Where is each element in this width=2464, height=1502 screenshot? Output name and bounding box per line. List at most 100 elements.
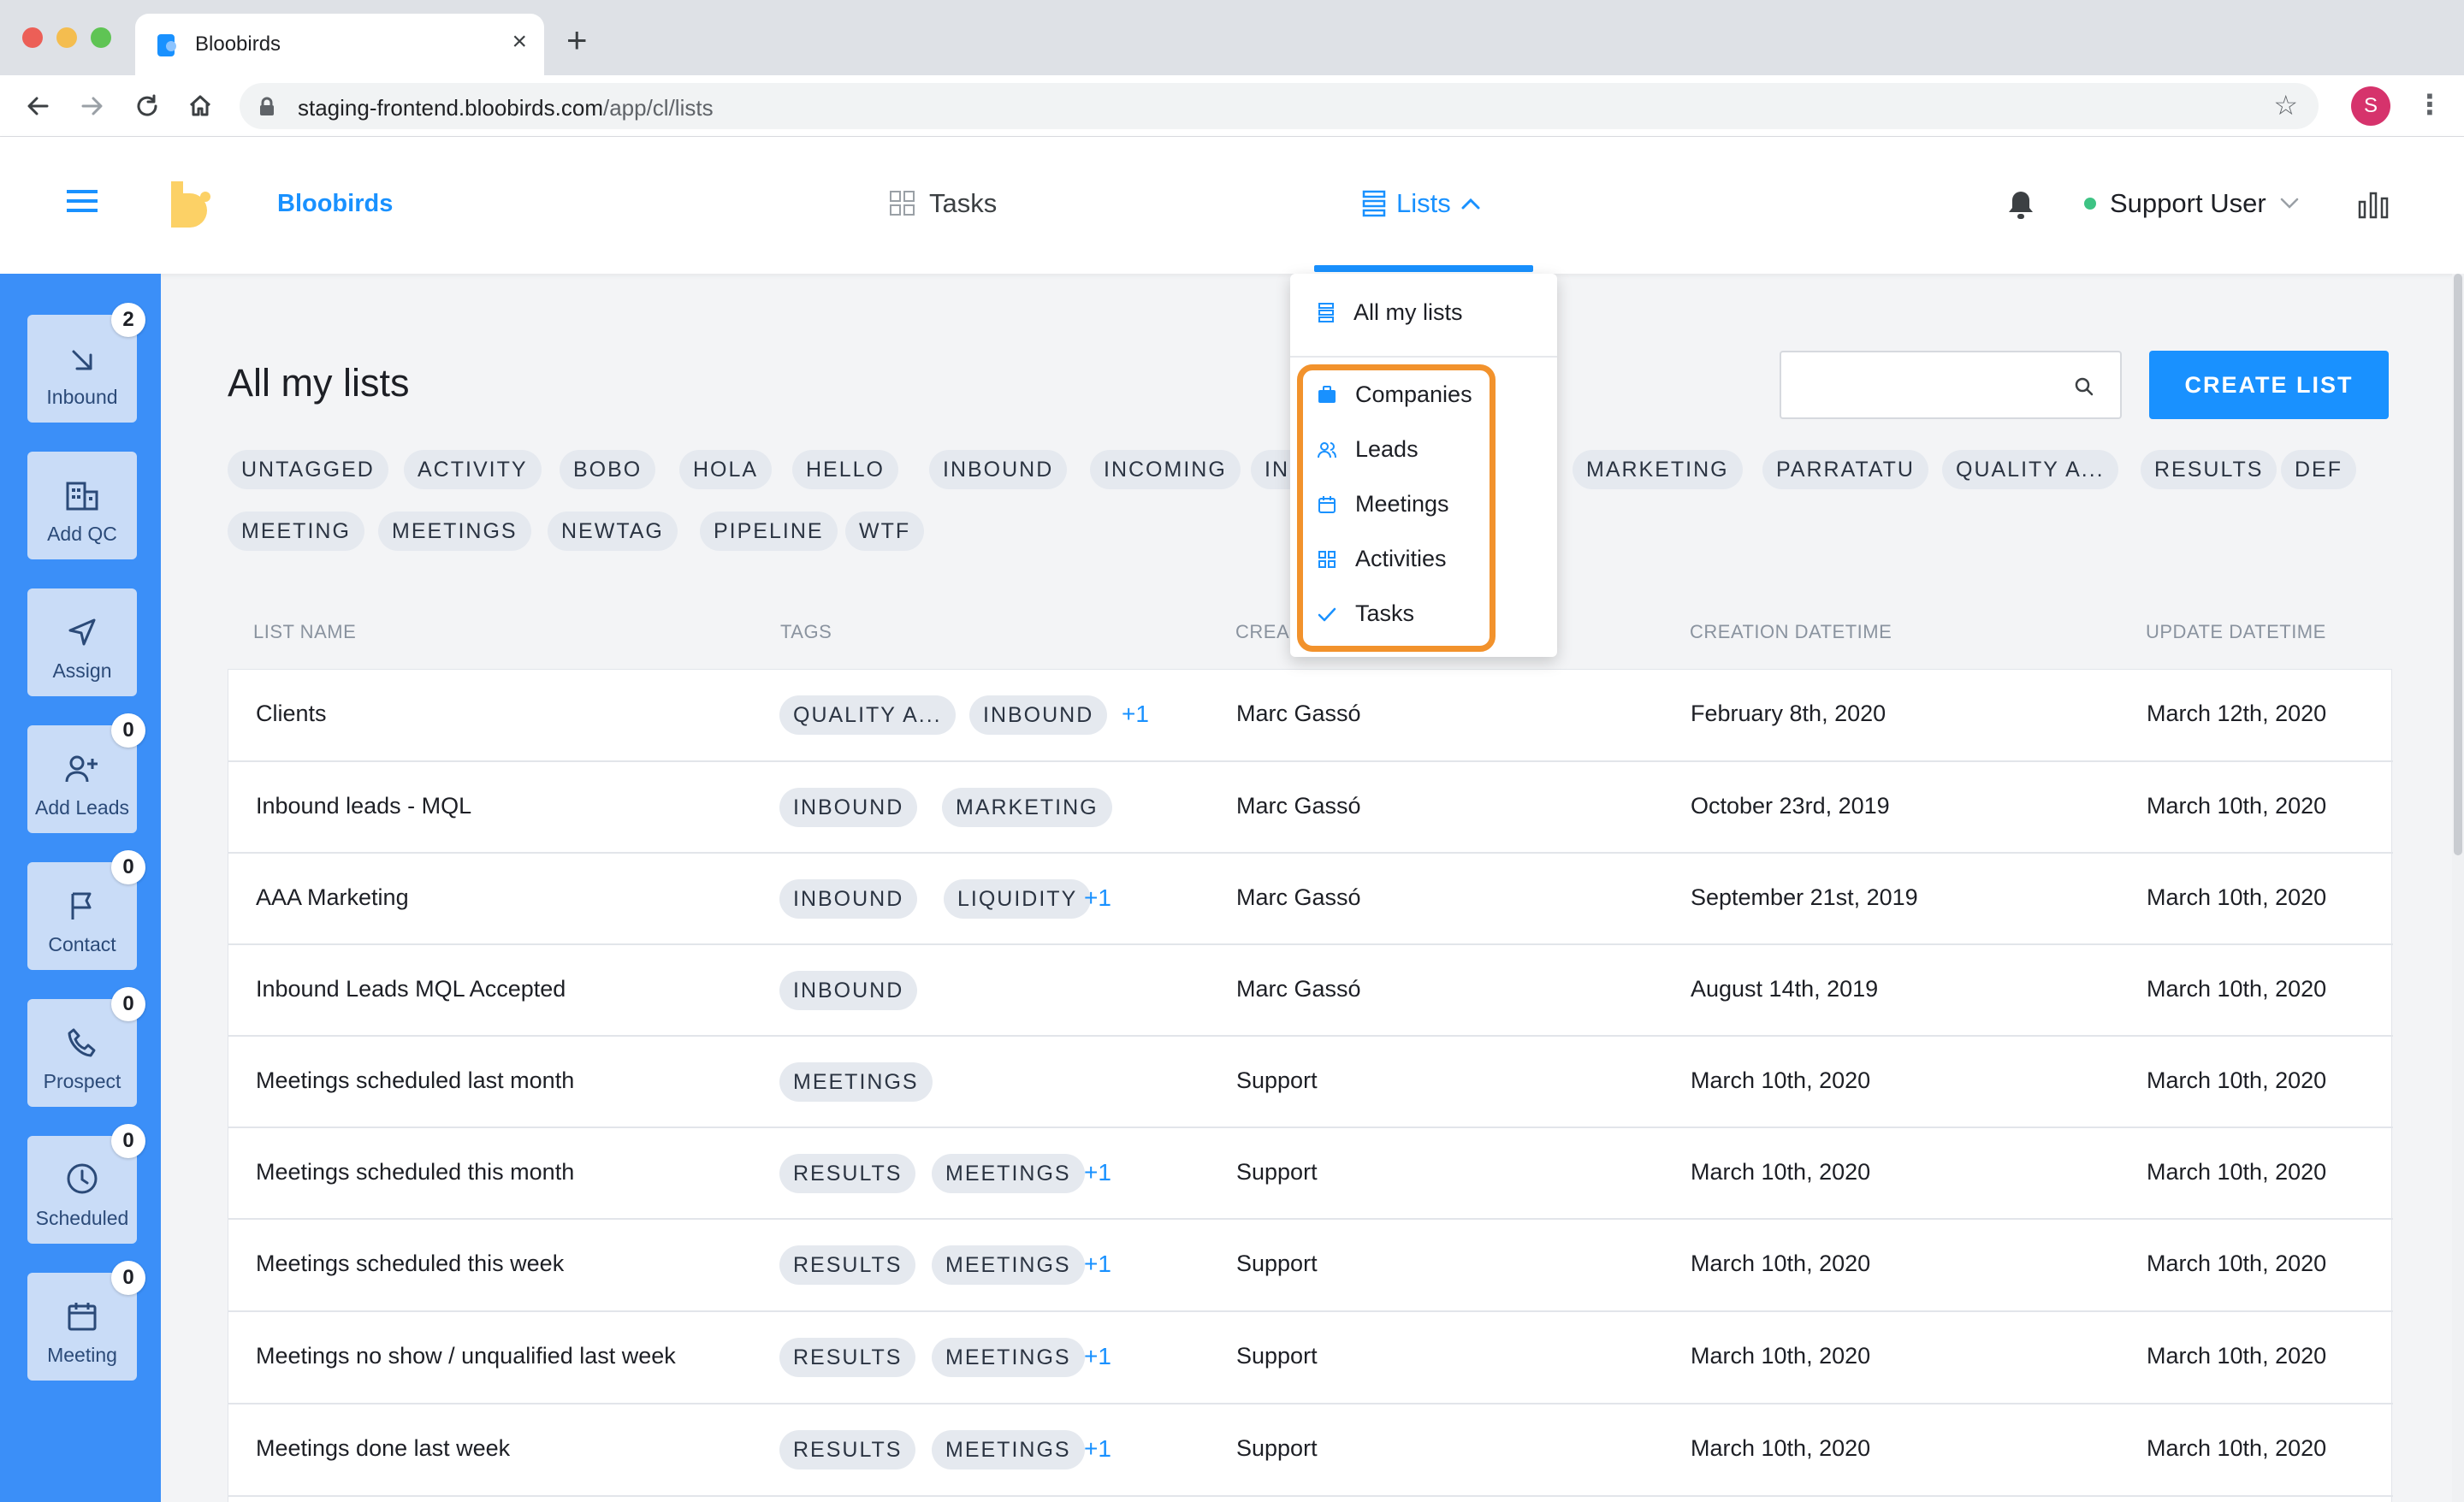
creation-date-cell: August 14th, 2019 [1691, 976, 1879, 1002]
profile-avatar[interactable]: S [2351, 86, 2390, 126]
bloobirds-logo-icon[interactable] [168, 178, 216, 233]
flag-icon [71, 892, 92, 920]
list-name-cell[interactable]: Clients [256, 701, 327, 727]
hamburger-menu-icon[interactable] [67, 188, 98, 214]
nav-tasks-label: Tasks [929, 188, 998, 218]
count-badge: 0 [111, 1124, 145, 1158]
tag-filter-chip[interactable]: QUALITY A... [1942, 450, 2118, 489]
sidebar-button-add-qc[interactable]: Add QC [27, 452, 137, 559]
user-menu[interactable]: Support User [2084, 188, 2299, 219]
home-button[interactable] [181, 87, 219, 125]
column-header-list-name[interactable]: LIST NAME [253, 621, 356, 643]
sidebar-button-add-leads[interactable]: Add Leads 0 [27, 713, 145, 833]
more-tags-indicator[interactable]: +1 [1084, 1159, 1111, 1186]
sidebar-button-inbound[interactable]: Inbound 2 [27, 303, 145, 423]
tasks-grid-icon [890, 191, 915, 216]
nav-lists-label: Lists [1396, 188, 1451, 218]
tag-filter-chip[interactable]: INCOMING [1090, 450, 1241, 489]
tag-filter-chip[interactable]: HOLA [679, 450, 773, 489]
column-header-creator[interactable]: CREA [1235, 621, 1289, 643]
sidebar-button-contact[interactable]: Contact 0 [27, 850, 145, 970]
bar-chart-icon[interactable] [2358, 190, 2389, 219]
brand-name[interactable]: Bloobirds [277, 190, 393, 218]
update-date-cell: March 10th, 2020 [2147, 1435, 2327, 1461]
list-name-cell[interactable]: Meetings scheduled this month [256, 1159, 574, 1186]
notifications-bell-icon[interactable] [2007, 190, 2035, 221]
table-row[interactable]: Meetings done last week RESULTS MEETINGS… [228, 1404, 2393, 1497]
url-host: staging-frontend.bloobirds.com [298, 95, 603, 121]
list-name-cell[interactable]: Meetings no show / unqualified last week [256, 1343, 676, 1369]
forward-button[interactable] [74, 87, 111, 125]
more-tags-indicator[interactable]: +1 [1084, 1435, 1111, 1463]
tag-filter-chip[interactable]: PIPELINE [700, 512, 838, 551]
sidebar-button-scheduled[interactable]: Scheduled 0 [27, 1124, 145, 1244]
column-header-tags[interactable]: TAGS [780, 621, 832, 643]
table-row[interactable]: Meetings scheduled this month RESULTS ME… [228, 1128, 2393, 1220]
tag-filter-chip[interactable]: INBOUND [929, 450, 1068, 489]
new-tab-button[interactable]: + [566, 22, 588, 58]
column-header-creation-datetime[interactable]: CREATION DATETIME [1690, 621, 1892, 643]
building-icon [66, 482, 98, 511]
left-action-sidebar: Inbound 2 Add QC Assign Add Leads 0 Cont… [0, 274, 161, 1502]
sidebar-button-assign[interactable]: Assign [27, 588, 137, 696]
list-name-cell[interactable]: AAA Marketing [256, 884, 409, 911]
sidebar-button-meeting[interactable]: Meeting 0 [27, 1261, 145, 1381]
table-row[interactable]: Meetings scheduled this week RESULTS MEE… [228, 1220, 2393, 1312]
tag-filter-chip[interactable]: RESULTS [2141, 450, 2277, 489]
table-row[interactable]: Meetings no show / unqualified last week… [228, 1312, 2393, 1404]
list-name-cell[interactable]: Meetings done last week [256, 1435, 510, 1462]
tag-filter-chip[interactable]: DEF [2281, 450, 2356, 489]
browser-menu-icon[interactable]: ⋮ [2416, 91, 2443, 118]
tag-filter-chip[interactable]: PARRATATU [1762, 450, 1928, 489]
nav-tasks[interactable]: Tasks [890, 188, 997, 219]
maximize-window-button[interactable] [91, 27, 111, 48]
back-arrow-icon [27, 97, 49, 115]
creation-date-cell: March 10th, 2020 [1691, 1343, 1871, 1369]
more-tags-indicator[interactable]: +1 [1084, 884, 1111, 912]
tab-close-icon[interactable]: × [512, 29, 527, 55]
tag-filter-chip[interactable]: WTF [845, 512, 925, 551]
list-name-cell[interactable]: Meetings scheduled this week [256, 1251, 564, 1277]
tag-filter-chip[interactable]: UNTAGGED [228, 450, 388, 489]
forward-arrow-icon [81, 97, 103, 115]
browser-tab[interactable]: Bloobirds × [135, 14, 544, 75]
address-bar[interactable]: staging-frontend.bloobirds.com/app/cl/li… [240, 83, 2319, 129]
nav-lists[interactable]: Lists [1362, 188, 1480, 219]
table-row[interactable]: Clients QUALITY A... INBOUND +1 Marc Gas… [228, 670, 2393, 762]
more-tags-indicator[interactable]: +1 [1084, 1343, 1111, 1370]
menu-item-all-my-lists[interactable]: All my lists [1318, 299, 1463, 326]
create-list-button[interactable]: CREATE LIST [2149, 351, 2389, 419]
table-row[interactable]: Inbound Leads MQL Accepted INBOUND Marc … [228, 945, 2393, 1037]
column-header-update-datetime[interactable]: UPDATE DATETIME [2146, 621, 2326, 643]
update-date-cell: March 10th, 2020 [2147, 884, 2327, 910]
row-tag-chip: INBOUND [779, 879, 918, 919]
tag-filter-chip[interactable]: BOBO [560, 450, 656, 489]
bookmark-star-icon[interactable]: ☆ [2273, 92, 2298, 119]
lock-icon [260, 97, 274, 115]
tag-filter-chip[interactable]: ACTIVITY [404, 450, 542, 489]
list-name-cell[interactable]: Inbound Leads MQL Accepted [256, 976, 566, 1002]
tag-filter-chip[interactable]: MARKETING [1573, 450, 1743, 489]
list-name-cell[interactable]: Meetings scheduled last month [256, 1067, 574, 1094]
tag-filter-chip[interactable]: HELLO [792, 450, 898, 489]
app-header: Bloobirds Tasks Lists Support User [0, 137, 2464, 274]
sidebar-button-prospect[interactable]: Prospect 0 [27, 987, 145, 1107]
row-tag-chip: LIQUIDITY [944, 879, 1092, 919]
minimize-window-button[interactable] [56, 27, 77, 48]
tag-filter-chip[interactable]: NEWTAG [548, 512, 678, 551]
search-input[interactable] [1780, 351, 2122, 419]
table-row[interactable]: Meetings scheduled last month MEETINGS S… [228, 1037, 2393, 1128]
more-tags-indicator[interactable]: +1 [1084, 1251, 1111, 1278]
close-window-button[interactable] [22, 27, 43, 48]
table-row[interactable]: Inbound leads - MQL INBOUND MARKETING Ma… [228, 762, 2393, 854]
table-row[interactable]: AAA Marketing INBOUND LIQUIDITY +1 Marc … [228, 854, 2393, 945]
reload-button[interactable] [128, 87, 166, 125]
tag-filter-chip[interactable]: MEETINGS [378, 512, 531, 551]
update-date-cell: March 10th, 2020 [2147, 1067, 2327, 1093]
back-button[interactable] [19, 87, 56, 125]
page-scrollbar-thumb[interactable] [2454, 274, 2462, 855]
more-tags-indicator[interactable]: +1 [1122, 701, 1149, 728]
row-tag-chip: RESULTS [779, 1245, 916, 1285]
list-name-cell[interactable]: Inbound leads - MQL [256, 793, 471, 819]
tag-filter-chip[interactable]: MEETING [228, 512, 364, 551]
